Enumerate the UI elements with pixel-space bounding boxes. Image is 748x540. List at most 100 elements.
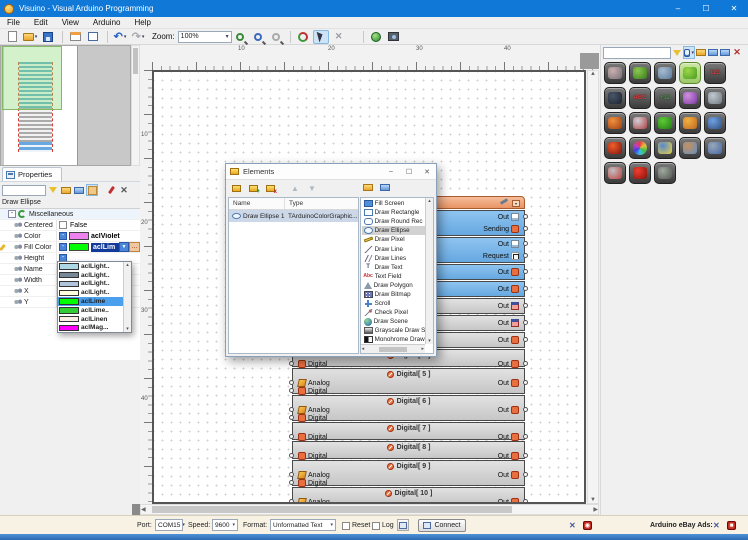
expand-value-icon[interactable]: -	[59, 243, 67, 251]
input-pin[interactable]	[289, 453, 294, 458]
output-pin[interactable]	[523, 472, 528, 477]
dialog-minimize-button[interactable]: –	[382, 165, 400, 179]
checkbox-icon[interactable]	[372, 521, 380, 530]
category-color-wheel-button[interactable]	[629, 137, 651, 159]
toolbox-clear-button[interactable]: ✕	[731, 46, 743, 59]
connect-button[interactable]: Connect	[418, 519, 466, 532]
toolbox-filter-button[interactable]	[671, 46, 683, 59]
zoom-reset-button[interactable]	[268, 30, 284, 44]
ads-close-tools-button[interactable]: ✕	[713, 519, 720, 532]
close-button[interactable]: ✕	[720, 0, 748, 17]
category-vehicle-button[interactable]	[604, 87, 626, 109]
board-channel-digital-8[interactable]: Digital[ 8 ] Digital Out	[289, 441, 528, 460]
output-pin[interactable]	[523, 303, 528, 308]
category-home-network-button[interactable]	[629, 112, 651, 134]
scroll-left-icon[interactable]: ◂	[362, 346, 365, 352]
menu-item-help[interactable]: Help	[127, 17, 157, 28]
delete-button[interactable]: ✕	[331, 30, 347, 44]
categories-view-button[interactable]	[361, 181, 375, 194]
input-pin[interactable]	[289, 415, 294, 420]
flat-view-button[interactable]	[378, 181, 392, 194]
scroll-left-icon[interactable]: ◀	[141, 506, 146, 513]
palette-item-check-pixel[interactable]: Check Pixel	[362, 308, 425, 317]
toggle-panels-button[interactable]	[67, 30, 83, 44]
format-combobox[interactable]: Unformatted Text ▾	[270, 519, 336, 531]
property-row-color[interactable]: Color - aclViolet	[0, 231, 140, 242]
color-option-acllight[interactable]: aclLight..	[58, 271, 124, 280]
category-lcd-module-button[interactable]	[654, 162, 676, 184]
palette-item-draw-text[interactable]: T Draw Text	[362, 263, 425, 272]
palette-item-scroll[interactable]: Scroll	[362, 299, 425, 308]
toolbox-expand-button[interactable]	[707, 46, 719, 59]
palette-item-fill-screen[interactable]: Fill Screen	[362, 199, 425, 208]
category-packages-button[interactable]	[704, 87, 726, 109]
column-header-type[interactable]: Type	[285, 198, 303, 209]
color-option-acllight[interactable]: aclLight..	[58, 280, 124, 289]
overview-minimap[interactable]	[0, 45, 131, 166]
toolbox-view-mode-button[interactable]: ▾	[683, 46, 695, 59]
input-pin[interactable]	[289, 407, 294, 412]
collapse-all-button[interactable]	[73, 184, 85, 196]
category-money-button[interactable]	[679, 112, 701, 134]
output-pin[interactable]	[523, 241, 528, 246]
add-element-plus-button[interactable]: +	[246, 182, 260, 195]
category-display-grid-button[interactable]	[654, 62, 676, 84]
scrollbar-thumb[interactable]	[378, 346, 407, 352]
category-power-button[interactable]	[629, 162, 651, 184]
board-channel-digital-5[interactable]: Digital[ 5 ] Analog Out Digital	[289, 368, 528, 395]
new-project-button[interactable]	[4, 30, 20, 44]
input-pin[interactable]	[289, 388, 294, 393]
category-microphone-button[interactable]	[604, 62, 626, 84]
toolbox-collapse-button[interactable]	[719, 46, 731, 59]
left-panel-scrollbar[interactable]	[131, 45, 140, 166]
output-pin[interactable]	[523, 361, 528, 366]
palette-item-draw-rectangle[interactable]: Draw Rectangle	[362, 208, 425, 217]
palette-item-monohrome-draw[interactable]: Monohrome Draw	[362, 335, 425, 344]
color-option-acllight[interactable]: aclLight..	[58, 262, 124, 271]
property-row-fill-color[interactable]: Fill Color - aclLim ▼…	[0, 242, 140, 253]
minimize-button[interactable]: –	[664, 0, 692, 17]
palette-horizontal-scrollbar[interactable]: ◂ ▸	[360, 344, 425, 353]
category-net-ring-button[interactable]	[679, 87, 701, 109]
tab-properties[interactable]: Properties	[2, 167, 62, 181]
output-pin[interactable]	[523, 380, 528, 385]
palette-item-draw-scene[interactable]: Draw Scene	[362, 317, 425, 326]
dialog-close-button[interactable]: ✕	[418, 165, 436, 179]
category-numbers-button[interactable]: 123	[704, 62, 726, 84]
property-group-miscellaneous[interactable]: - Miscellaneous	[0, 209, 140, 220]
board-channel-digital-6[interactable]: Digital[ 6 ] Analog Out Digital	[289, 395, 528, 422]
disconnect-tools-button[interactable]: ✕	[569, 519, 576, 532]
palette-item-grayscale-draw-s[interactable]: Grayscale Draw S	[362, 326, 425, 335]
palette-item-text-field[interactable]: Abc Text Field	[362, 272, 425, 281]
canvas-vertical-scrollbar[interactable]: ▲ ▼	[587, 70, 599, 504]
zoom-combobox[interactable]: 100% ▾	[177, 30, 232, 43]
scroll-up-icon[interactable]: ▴	[428, 198, 431, 204]
output-pin[interactable]	[523, 434, 528, 439]
move-down-button[interactable]: ▼	[305, 182, 319, 195]
color-option-acllinen[interactable]: aclLinen	[58, 315, 124, 324]
output-pin[interactable]	[523, 253, 528, 258]
save-project-button[interactable]	[40, 30, 56, 44]
log-checkbox[interactable]: Log	[372, 519, 394, 532]
panel-settings-button[interactable]: ✕	[118, 184, 130, 196]
category-curve-button[interactable]	[604, 112, 626, 134]
input-pin[interactable]	[289, 480, 294, 485]
zoom-in-button[interactable]	[232, 30, 248, 44]
output-pin[interactable]	[523, 269, 528, 274]
output-pin[interactable]	[523, 337, 528, 342]
scroll-down-icon[interactable]: ▾	[126, 326, 129, 332]
color-option-aclmag[interactable]: aclMag...	[58, 324, 124, 333]
output-pin[interactable]	[523, 226, 528, 231]
palette-item-draw-line[interactable]: Draw Line	[362, 244, 425, 253]
toolbox-search-input[interactable]	[603, 46, 671, 59]
maximize-button[interactable]: ☐	[692, 0, 720, 17]
help-web-button[interactable]	[368, 30, 384, 44]
expand-value-icon[interactable]: -	[59, 232, 67, 240]
expand-all-button[interactable]	[60, 184, 72, 196]
dialog-titlebar[interactable]: Elements – ☐ ✕	[226, 164, 436, 180]
add-element-button[interactable]	[229, 182, 243, 195]
board-channel-digital-9[interactable]: Digital[ 9 ] Analog Out Digital	[289, 460, 528, 487]
palette-item-draw-pixel[interactable]: Draw Pixel	[362, 235, 425, 244]
category-pipes-button[interactable]	[704, 137, 726, 159]
dropdown-scrollbar[interactable]: ▴ ▾	[123, 262, 131, 333]
